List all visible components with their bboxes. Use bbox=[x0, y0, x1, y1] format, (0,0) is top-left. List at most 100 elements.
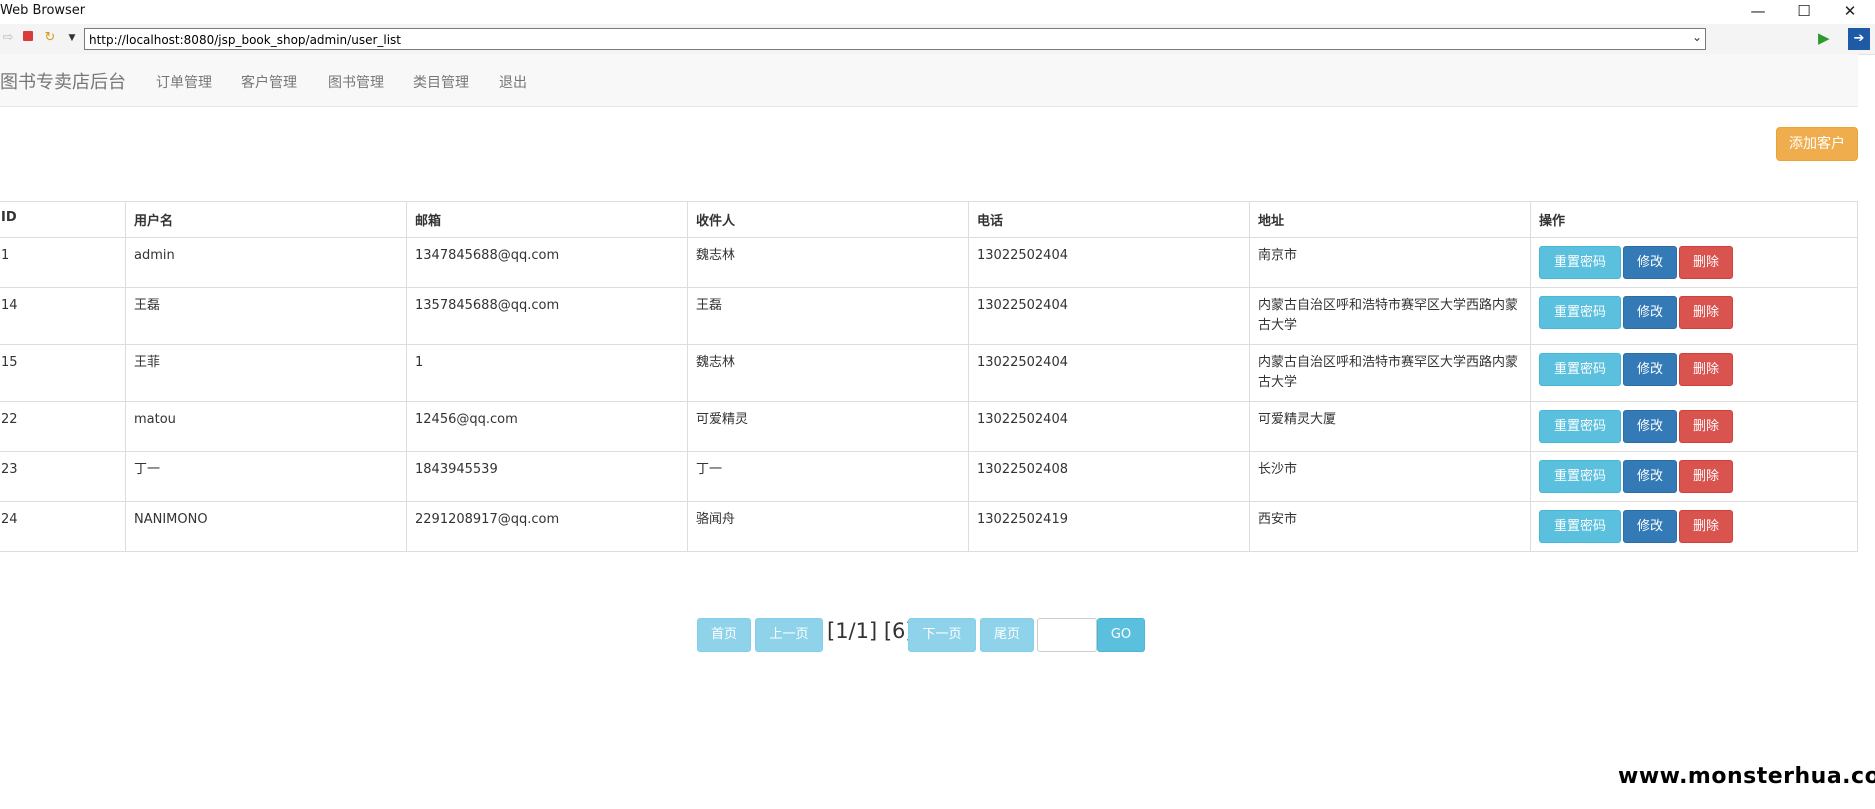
window-title: Web Browser bbox=[0, 3, 86, 18]
header-id: ID bbox=[0, 201, 126, 238]
nav-orders[interactable]: 订单管理 bbox=[156, 72, 212, 92]
delete-button[interactable]: 删除 bbox=[1679, 296, 1733, 329]
last-page-button[interactable]: 尾页 bbox=[980, 618, 1034, 652]
maximize-button[interactable]: ☐ bbox=[1781, 0, 1827, 22]
window-title-bar: Web Browser — ☐ ✕ bbox=[0, 0, 1875, 22]
table-row: 1 admin 1347845688@qq.com 魏志林 1302250240… bbox=[0, 237, 1858, 288]
cell-username: 王磊 bbox=[125, 287, 407, 345]
nav-customers[interactable]: 客户管理 bbox=[241, 72, 297, 92]
cell-address: 可爱精灵大厦 bbox=[1249, 401, 1531, 452]
user-table: ID 用户名 邮箱 收件人 电话 地址 操作 1 admin 134784568… bbox=[0, 201, 1858, 552]
cell-username: NANIMONO bbox=[125, 501, 407, 552]
close-window-button[interactable]: ✕ bbox=[1827, 0, 1873, 22]
cell-phone: 13022502404 bbox=[968, 401, 1250, 452]
cell-id: 22 bbox=[0, 401, 126, 452]
cell-id: 1 bbox=[0, 237, 126, 288]
table-row: 15 王菲 1 魏志林 13022502404 内蒙古自治区呼和浩特市赛罕区大学… bbox=[0, 344, 1858, 402]
cell-email: 1843945539 bbox=[406, 451, 688, 502]
stop-icon[interactable] bbox=[20, 30, 36, 46]
delete-button[interactable]: 删除 bbox=[1679, 410, 1733, 443]
cell-actions: 重置密码 修改 删除 bbox=[1530, 237, 1858, 288]
edit-button[interactable]: 修改 bbox=[1623, 296, 1677, 329]
admin-navbar: 图书专卖店后台 订单管理 客户管理 图书管理 类目管理 退出 bbox=[0, 54, 1858, 107]
minimize-button[interactable]: — bbox=[1735, 0, 1781, 22]
cell-id: 24 bbox=[0, 501, 126, 552]
url-input[interactable] bbox=[85, 30, 1683, 50]
cell-actions: 重置密码 修改 删除 bbox=[1530, 451, 1858, 502]
go-arrow-icon[interactable]: ▶ bbox=[1818, 29, 1830, 47]
edit-button[interactable]: 修改 bbox=[1623, 246, 1677, 279]
cell-email: 1 bbox=[406, 344, 688, 402]
table-row: 22 matou 12456@qq.com 可爱精灵 13022502404 可… bbox=[0, 401, 1858, 452]
next-page-button[interactable]: 下一页 bbox=[908, 618, 976, 652]
chevron-down-icon[interactable]: ▼ bbox=[64, 30, 80, 46]
cell-phone: 13022502404 bbox=[968, 237, 1250, 288]
cell-recipient: 丁一 bbox=[687, 451, 969, 502]
prev-page-button[interactable]: 上一页 bbox=[755, 618, 823, 652]
delete-button[interactable]: 删除 bbox=[1679, 246, 1733, 279]
cell-username: 王菲 bbox=[125, 344, 407, 402]
nav-categories[interactable]: 类目管理 bbox=[413, 72, 469, 92]
brand-title[interactable]: 图书专卖店后台 bbox=[0, 68, 126, 94]
cell-phone: 13022502404 bbox=[968, 287, 1250, 345]
cell-email: 1347845688@qq.com bbox=[406, 237, 688, 288]
edit-button[interactable]: 修改 bbox=[1623, 410, 1677, 443]
header-address: 地址 bbox=[1249, 201, 1531, 238]
cell-phone: 13022502408 bbox=[968, 451, 1250, 502]
table-row: 24 NANIMONO 2291208917@qq.com 骆闻舟 130225… bbox=[0, 501, 1858, 552]
first-page-button[interactable]: 首页 bbox=[697, 618, 751, 652]
edit-button[interactable]: 修改 bbox=[1623, 353, 1677, 386]
cell-actions: 重置密码 修改 删除 bbox=[1530, 401, 1858, 452]
go-button[interactable]: GO bbox=[1097, 618, 1145, 652]
browser-toolbar: ⇨ ↻ ▼ ⌄ ▶ ➔ bbox=[0, 24, 1875, 55]
cell-address: 西安市 bbox=[1249, 501, 1531, 552]
cell-id: 23 bbox=[0, 451, 126, 502]
reset-password-button[interactable]: 重置密码 bbox=[1539, 410, 1621, 443]
refresh-icon[interactable]: ↻ bbox=[42, 30, 58, 46]
external-browser-icon[interactable]: ➔ bbox=[1848, 28, 1870, 50]
delete-button[interactable]: 删除 bbox=[1679, 353, 1733, 386]
reset-password-button[interactable]: 重置密码 bbox=[1539, 296, 1621, 329]
cell-address: 内蒙古自治区呼和浩特市赛罕区大学西路内蒙古大学 bbox=[1249, 287, 1531, 345]
cell-id: 15 bbox=[0, 344, 126, 402]
cell-phone: 13022502419 bbox=[968, 501, 1250, 552]
cell-email: 12456@qq.com bbox=[406, 401, 688, 452]
page-number-input[interactable] bbox=[1037, 618, 1097, 652]
nav-books[interactable]: 图书管理 bbox=[328, 72, 384, 92]
cell-username: matou bbox=[125, 401, 407, 452]
cell-recipient: 骆闻舟 bbox=[687, 501, 969, 552]
delete-button[interactable]: 删除 bbox=[1679, 460, 1733, 493]
reset-password-button[interactable]: 重置密码 bbox=[1539, 353, 1621, 386]
reset-password-button[interactable]: 重置密码 bbox=[1539, 246, 1621, 279]
cell-email: 1357845688@qq.com bbox=[406, 287, 688, 345]
cell-address: 南京市 bbox=[1249, 237, 1531, 288]
cell-actions: 重置密码 修改 删除 bbox=[1530, 501, 1858, 552]
cell-actions: 重置密码 修改 删除 bbox=[1530, 287, 1858, 345]
reset-password-button[interactable]: 重置密码 bbox=[1539, 460, 1621, 493]
cell-username: admin bbox=[125, 237, 407, 288]
add-customer-button[interactable]: 添加客户 bbox=[1776, 127, 1858, 161]
cell-phone: 13022502404 bbox=[968, 344, 1250, 402]
cell-username: 丁一 bbox=[125, 451, 407, 502]
reset-password-button[interactable]: 重置密码 bbox=[1539, 510, 1621, 543]
header-email: 邮箱 bbox=[406, 201, 688, 238]
edit-button[interactable]: 修改 bbox=[1623, 460, 1677, 493]
nav-logout[interactable]: 退出 bbox=[499, 72, 527, 92]
edit-button[interactable]: 修改 bbox=[1623, 510, 1677, 543]
cell-recipient: 魏志林 bbox=[687, 237, 969, 288]
cell-id: 14 bbox=[0, 287, 126, 345]
forward-icon[interactable]: ⇨ bbox=[0, 30, 16, 46]
table-row: 14 王磊 1357845688@qq.com 王磊 13022502404 内… bbox=[0, 287, 1858, 345]
header-recipient: 收件人 bbox=[687, 201, 969, 238]
cell-recipient: 王磊 bbox=[687, 287, 969, 345]
cell-recipient: 魏志林 bbox=[687, 344, 969, 402]
header-username: 用户名 bbox=[125, 201, 407, 238]
table-row: 23 丁一 1843945539 丁一 13022502408 长沙市 重置密码… bbox=[0, 451, 1858, 502]
watermark: www.monsterhua.com bbox=[1618, 764, 1875, 789]
cell-recipient: 可爱精灵 bbox=[687, 401, 969, 452]
header-actions: 操作 bbox=[1530, 201, 1858, 238]
header-phone: 电话 bbox=[968, 201, 1250, 238]
delete-button[interactable]: 删除 bbox=[1679, 510, 1733, 543]
address-bar[interactable]: ⌄ bbox=[84, 28, 1706, 50]
url-dropdown-icon[interactable]: ⌄ bbox=[1692, 30, 1702, 44]
